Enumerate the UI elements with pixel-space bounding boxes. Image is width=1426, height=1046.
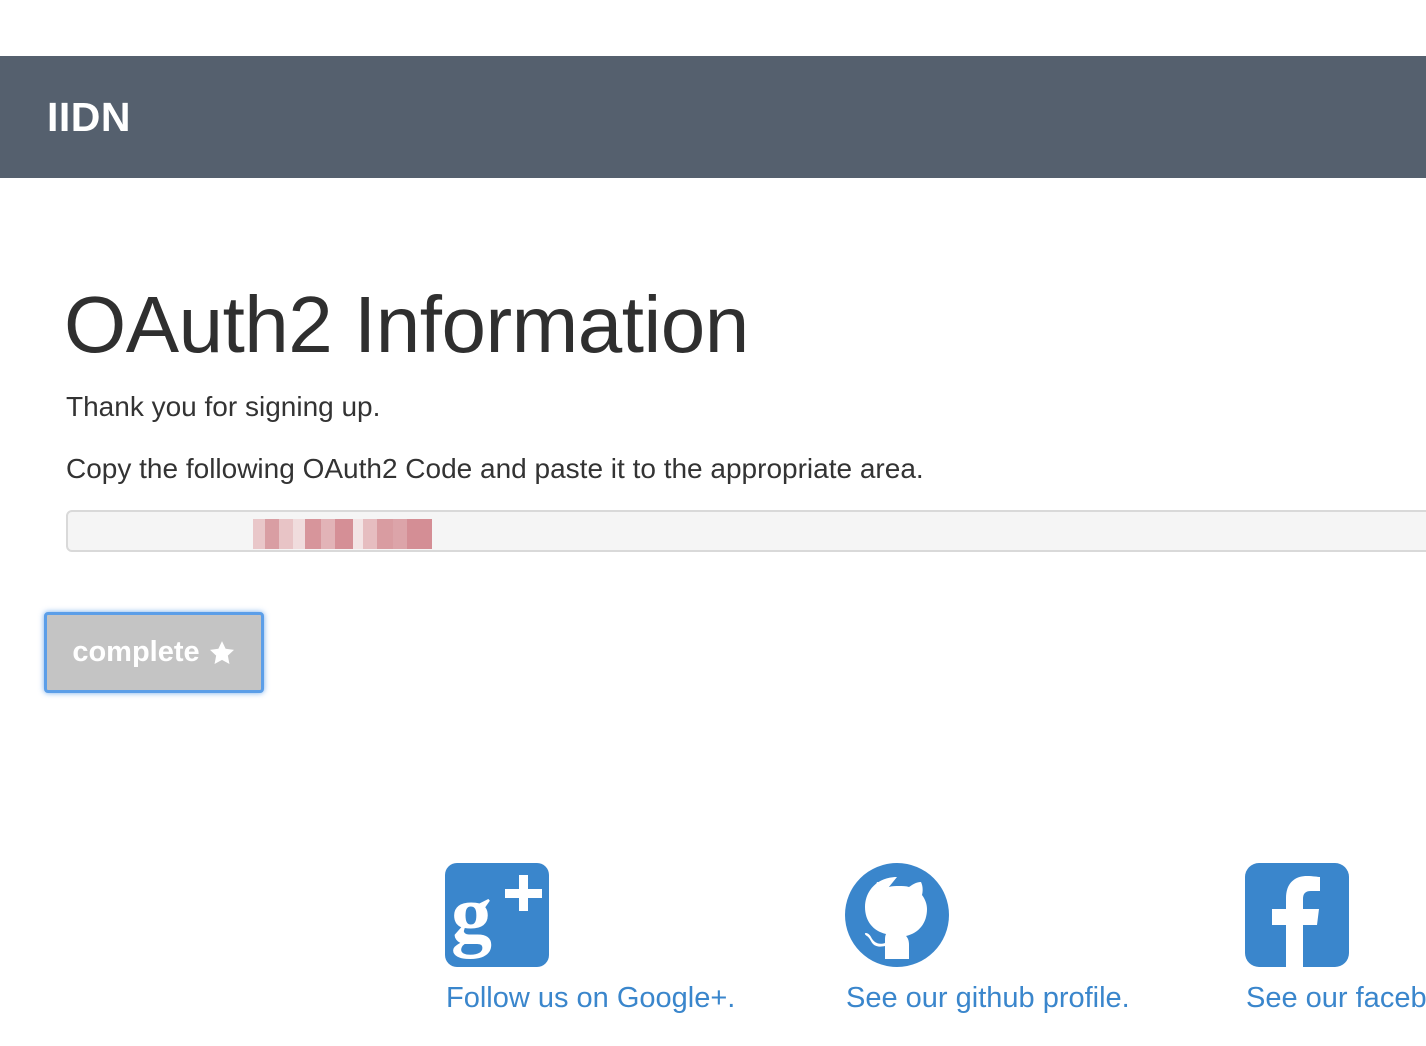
- top-navbar: [0, 56, 1426, 178]
- complete-button-label: complete: [72, 636, 200, 668]
- instruction-text: Copy the following OAuth2 Code and paste…: [66, 453, 924, 484]
- github-icon[interactable]: [845, 863, 949, 967]
- facebook-block: See our facebook page.: [1245, 863, 1426, 1014]
- thank-you-text: Thank you for signing up.: [66, 391, 381, 422]
- svg-text:g: g: [451, 868, 492, 959]
- redacted-code-value: [253, 519, 432, 549]
- google-plus-block: g Follow us on Google+.: [445, 863, 735, 1014]
- facebook-link[interactable]: See our facebook page.: [1246, 981, 1426, 1015]
- brand-logo-text[interactable]: IIDN: [47, 93, 131, 141]
- facebook-icon[interactable]: [1245, 863, 1349, 967]
- github-link[interactable]: See our github profile.: [846, 981, 1130, 1015]
- complete-button[interactable]: complete: [44, 612, 264, 693]
- github-block: See our github profile.: [845, 863, 1130, 1014]
- page-title: OAuth2 Information: [64, 280, 749, 369]
- google-plus-link[interactable]: Follow us on Google+.: [446, 981, 735, 1015]
- star-icon: [208, 639, 236, 667]
- google-plus-icon[interactable]: g: [445, 863, 549, 967]
